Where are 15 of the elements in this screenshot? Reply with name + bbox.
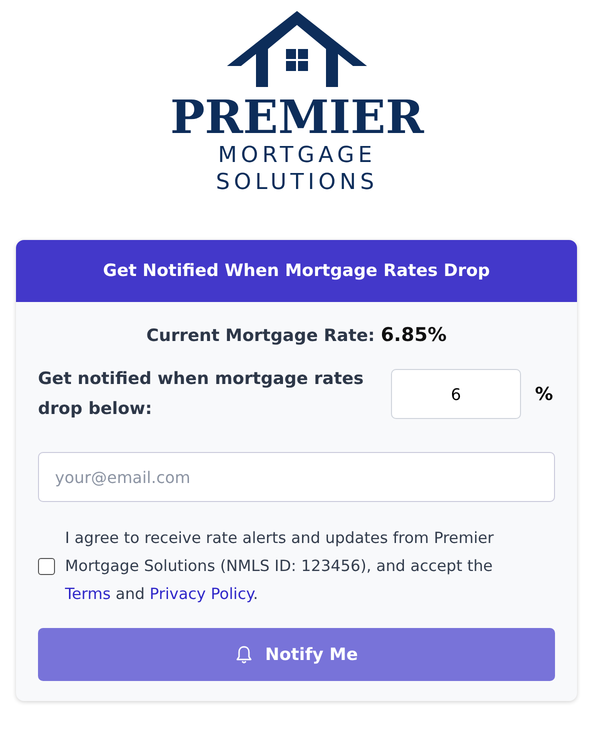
logo-name: PREMIER [170, 92, 424, 142]
threshold-input[interactable]: 6 [390, 369, 521, 419]
rate-label: Current Mortgage Rate: [146, 326, 375, 346]
bell-icon [235, 644, 254, 664]
threshold-label: Get notified when mortgage rates drop below: [38, 368, 365, 421]
privacy-policy-link[interactable]: Privacy Policy [150, 585, 254, 603]
consent-checkbox[interactable] [38, 558, 55, 574]
logo-subtitle: MORTGAGE [218, 142, 376, 169]
terms-link[interactable]: Terms [65, 585, 111, 603]
logo-subtitle: SOLUTIONS [216, 169, 378, 196]
percent-sign: % [534, 384, 553, 404]
email-field[interactable]: your@email.com [38, 452, 555, 502]
rate-value: 6.85% [380, 324, 447, 346]
consent-text: I agree to receive rate alerts and updates from Premier Mortgage Solutions (NMLS ID: 123456), and accept the Terms and Privacy Policy. [65, 528, 495, 605]
card-title: Get Notified When Mortgage Rates Drop [103, 261, 490, 281]
